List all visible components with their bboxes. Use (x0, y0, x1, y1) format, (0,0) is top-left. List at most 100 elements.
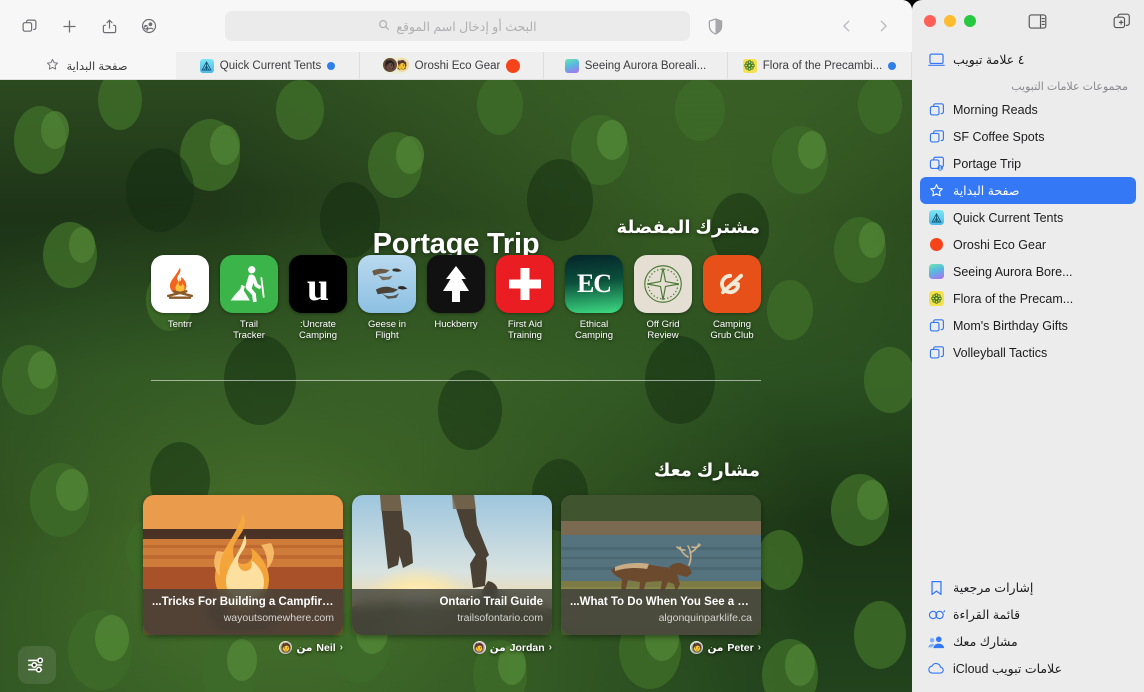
tent-icon (928, 209, 945, 226)
tab-start-page[interactable]: صفحة البداية (0, 52, 176, 79)
favorite-off-grid-review[interactable]: Off Grid Review (634, 255, 692, 341)
forward-button[interactable] (868, 11, 898, 41)
address-bar[interactable]: البحث أو إدخال اسم الموقع (225, 11, 690, 41)
sidebar-item-tabs-count[interactable]: ٤ علامة تبويب (920, 46, 1136, 73)
shared-card-attribution[interactable]: 🧑 من Peter ‹ (688, 641, 761, 654)
shared-with-you-icon[interactable] (134, 11, 164, 41)
new-tab-group-icon[interactable] (1108, 8, 1134, 34)
section-divider (151, 380, 761, 381)
tab-oroshi-eco-gear[interactable]: Oroshi Eco Gear 🧑 🧑🏿 (360, 52, 544, 79)
favorite-tentrr[interactable]: Tentrr (151, 255, 209, 341)
sidebar-bottom-list: إشارات مرجعية قائمة القراءة مشارك معك عل… (912, 574, 1144, 692)
shared-card-meta: ...Tricks For Building a Campfire—F wayo… (143, 589, 343, 635)
toolbar-left-buttons (0, 11, 164, 41)
sidebar-item-seeing-aurora-borealis[interactable]: ...Seeing Aurora Bore (920, 258, 1136, 285)
chevron-left-icon: ‹ (757, 642, 761, 653)
reading-list-icon (928, 606, 945, 623)
browser-toolbar: البحث أو إدخال اسم الموقع (0, 0, 912, 52)
favorite-label: Off Grid Review (646, 319, 680, 341)
back-button[interactable] (832, 11, 862, 41)
avatar: 🧑 (690, 641, 704, 654)
customize-start-page-button[interactable] (18, 646, 56, 684)
shared-card-attribution[interactable]: 🧑 من Jordan ‹ (471, 641, 552, 654)
tab-label: ...Seeing Aurora Boreali (584, 59, 707, 72)
sidebar-item-sf-coffee-spots[interactable]: SF Coffee Spots (920, 123, 1136, 150)
shared-card-attribution[interactable]: 🧑 من Neil ‹ (277, 641, 343, 654)
sidebar-item-label: ٤ علامة تبويب (953, 53, 1025, 67)
tab-groups-sidebar: ٤ علامة تبويب مجموعات علامات التبويب Mor… (912, 0, 1144, 692)
circle-icon (928, 236, 945, 253)
tab-group-icon (928, 344, 945, 361)
avatar: 🧑 (472, 641, 486, 654)
sidebar-item-label: Volleyball Tactics (953, 345, 1048, 360)
search-input[interactable]: البحث أو إدخال اسم الموقع (225, 11, 690, 41)
shared-card-ontario-trail-guide[interactable]: Ontario Trail Guide trailsofontario.com (352, 495, 552, 635)
compass-icon (634, 255, 692, 313)
shared-card-col: Ontario Trail Guide trailsofontario.com … (352, 495, 552, 654)
favorite-geese-in-flight[interactable]: Geese in Flight (358, 255, 416, 341)
shared-card-moose[interactable]: ...What To Do When You See a Moo algonqu… (561, 495, 761, 635)
sidebar-item-label: Portage Trip (953, 156, 1022, 171)
favorite-ethical-camping[interactable]: EC Ethical Camping (565, 255, 623, 341)
flower-icon (742, 58, 757, 73)
zoom-button[interactable] (964, 15, 976, 27)
shared-card-campfire[interactable]: ...Tricks For Building a Campfire—F wayo… (143, 495, 343, 635)
shared-card-from-prefix: من (707, 641, 724, 654)
favorite-label: Trail Tracker (233, 319, 265, 341)
favorite-huckberry[interactable]: Huckberry (427, 255, 485, 341)
sidebar-item-quick-current-tents[interactable]: Quick Current Tents (920, 204, 1136, 231)
shared-card-col: ...What To Do When You See a Moo algonqu… (561, 495, 761, 654)
tab-unread-dot (888, 61, 897, 70)
tab-overview-icon[interactable] (14, 11, 44, 41)
sidebar-item-label: صفحة البداية (953, 184, 1020, 198)
tab-groups-section-title: مجموعات علامات التبويب (1011, 81, 1128, 93)
browser-window: البحث أو إدخال اسم الموقع ...Flora of th… (0, 0, 912, 692)
shared-card-from-prefix: من (296, 641, 313, 654)
sidebar-titlebar (912, 0, 1144, 42)
sidebar-item-reading-list[interactable]: قائمة القراءة (920, 601, 1136, 628)
sidebar-item-flora-of-the-precambrian[interactable]: ...Flora of the Precam (920, 285, 1136, 312)
toolbar-nav-buttons (832, 0, 898, 52)
window-icon (928, 51, 945, 68)
minimize-button[interactable] (944, 15, 956, 27)
hiker-icon (220, 255, 278, 313)
avatar: 🧑 (279, 641, 293, 654)
sidebar-item-label: Morning Reads (953, 102, 1038, 117)
gradient-icon (564, 58, 579, 73)
sidebar-item-shared-with-you[interactable]: مشارك معك (920, 628, 1136, 655)
sidebar-item-portage-trip[interactable]: Portage Trip (920, 150, 1136, 177)
favorite-label: Tentrr (167, 319, 193, 330)
sidebar-item-bookmarks[interactable]: إشارات مرجعية (920, 574, 1136, 601)
sidebar-item-label: ...Flora of the Precam (953, 291, 1074, 306)
favorite-label: :Uncrate Camping (298, 319, 338, 341)
favorite-camping-grub-club[interactable]: Camping Grub Club (703, 255, 761, 341)
new-tab-icon[interactable] (54, 11, 84, 41)
tab-seeing-aurora-borealis[interactable]: ...Seeing Aurora Boreali (544, 52, 728, 79)
sidebar-item-oroshi-eco-gear[interactable]: Oroshi Eco Gear (920, 231, 1136, 258)
shared-with-you-icon (928, 633, 945, 650)
toggle-sidebar-icon[interactable] (1024, 8, 1050, 34)
close-button[interactable] (924, 15, 936, 27)
favorite-uncrate-camping[interactable]: u :Uncrate Camping (289, 255, 347, 341)
screen: البحث أو إدخال اسم الموقع ...Flora of th… (0, 0, 1144, 692)
tab-flora-of-the-precambrian[interactable]: ...Flora of the Precambi (728, 52, 912, 79)
sidebar-item-moms-birthday-gifts[interactable]: Mom's Birthday Gifts (920, 312, 1136, 339)
share-icon[interactable] (94, 11, 124, 41)
sidebar-item-icloud-tabs[interactable]: علامات تبويب iCloud (920, 655, 1136, 682)
sidebar-item-label: قائمة القراءة (953, 608, 1021, 622)
favorite-label: Geese in Flight (367, 319, 407, 341)
sidebar-item-morning-reads[interactable]: Morning Reads (920, 96, 1136, 123)
sidebar-item-volleyball-tactics[interactable]: Volleyball Tactics (920, 339, 1136, 366)
shared-card-domain: trailsofontario.com (457, 612, 543, 624)
privacy-report-icon[interactable] (700, 11, 730, 41)
sidebar-item-start-page[interactable]: صفحة البداية (920, 177, 1136, 204)
circle-icon (506, 58, 521, 73)
window-controls (924, 15, 976, 27)
favorite-first-aid-training[interactable]: First Aid Training (496, 255, 554, 341)
tent-icon (199, 58, 214, 73)
start-page-content: Portage Trip مشترك المفضلة Camping Grub C… (0, 80, 912, 692)
pine-tree-icon (427, 255, 485, 313)
tab-quick-current-tents[interactable]: Quick Current Tents (176, 52, 360, 79)
tab-group-shared-icon (928, 155, 945, 172)
favorite-trail-tracker[interactable]: Trail Tracker (220, 255, 278, 341)
